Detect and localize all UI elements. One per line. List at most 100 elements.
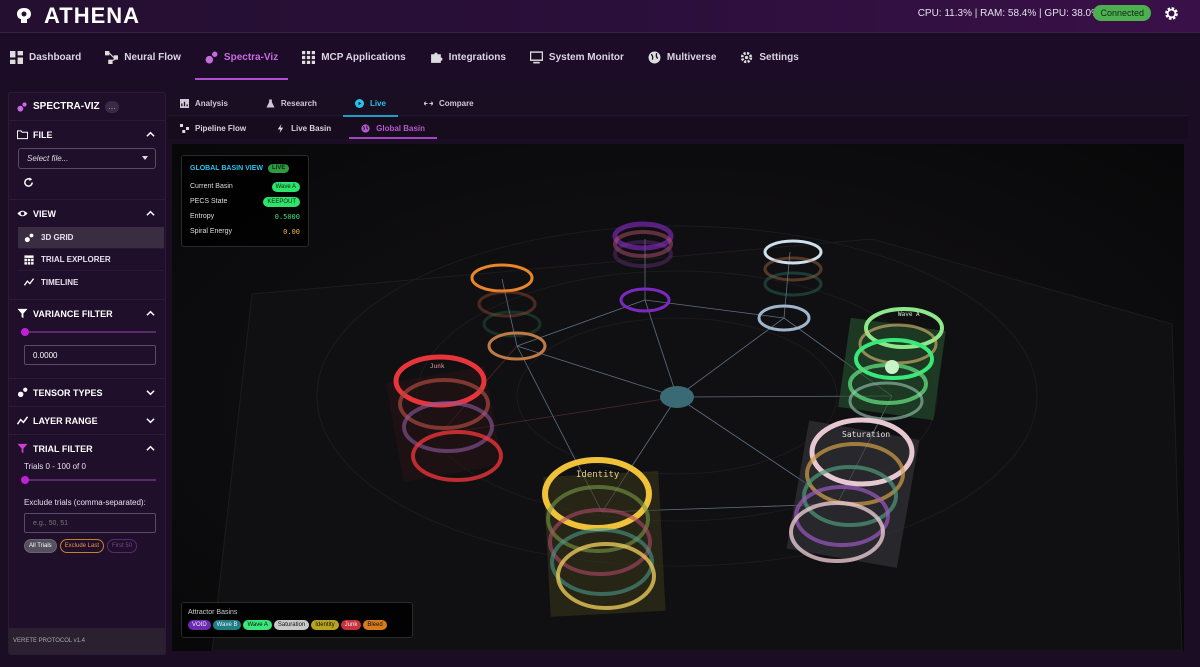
variance-section-header[interactable]: VARIANCE FILTER: [9, 300, 165, 327]
legend-chip-wave-b[interactable]: Wave B: [212, 620, 242, 630]
flask-icon: [266, 99, 275, 108]
variance-slider[interactable]: [21, 328, 156, 336]
nav-settings[interactable]: Settings: [730, 34, 808, 80]
tab-label: Live Basin: [291, 123, 332, 133]
legend-chip-identity[interactable]: Identity: [311, 620, 339, 630]
view-section-title: VIEW: [33, 208, 57, 219]
exclude-trials-input[interactable]: e.g., 50, 51: [24, 513, 156, 533]
trial-slider-thumb[interactable]: [21, 476, 29, 484]
pecs-state-badge: KEEPOUT: [263, 196, 300, 207]
sidebar-menu-badge[interactable]: ...: [104, 100, 120, 113]
table-icon: [24, 254, 34, 265]
legend-chip-bleed[interactable]: Bleed: [363, 620, 387, 630]
legend-chip-wave-a[interactable]: Wave A: [243, 620, 272, 630]
tensor-types-header[interactable]: TENSOR TYPES: [9, 379, 165, 406]
current-basin-label: Current Basin: [190, 183, 233, 190]
chevron-down-icon: [146, 418, 155, 424]
trend-line-icon: [17, 416, 28, 425]
eye-icon: [17, 210, 28, 217]
chevron-up-icon: [146, 310, 155, 316]
nav-multiverse[interactable]: Multiverse: [638, 34, 726, 80]
variance-value-input[interactable]: 0.0000: [24, 345, 156, 365]
chevron-up-icon: [146, 210, 155, 216]
nav-label: Multiverse: [666, 51, 717, 63]
view-timeline[interactable]: TIMELINE: [18, 271, 164, 293]
tensor-types-section: TENSOR TYPES: [9, 379, 165, 407]
file-section-header[interactable]: FILE: [9, 121, 165, 148]
tab-research[interactable]: Research: [254, 92, 329, 116]
nav-neural-flow[interactable]: Neural Flow: [95, 34, 191, 80]
view-trial-explorer[interactable]: TRIAL EXPLORER: [18, 249, 164, 271]
tab-label: Analysis: [195, 99, 228, 108]
layer-range-header[interactable]: LAYER RANGE: [9, 407, 165, 434]
chevron-up-icon: [146, 131, 155, 137]
view-section: VIEW 3D GRID TRIAL EXPLORER TIMELINE: [9, 200, 165, 300]
primary-tabs: Analysis Research Live Compare: [168, 92, 1188, 117]
tab-live-basin[interactable]: Live Basin: [264, 117, 343, 139]
chevron-down-icon: [146, 390, 155, 396]
pecs-state-label: PECS State: [190, 198, 228, 205]
tab-global-basin[interactable]: Global Basin: [349, 117, 437, 139]
app-title: ATHENA: [44, 3, 141, 28]
exclude-last-button[interactable]: Exclude Last: [59, 539, 105, 553]
nav-label: MCP Applications: [321, 51, 406, 63]
variance-slider-thumb[interactable]: [21, 328, 29, 336]
bubbles-icon: [24, 233, 34, 242]
secondary-tabs: Pipeline Flow Live Basin Global Basin: [168, 117, 1188, 139]
attractor-basins-legend: Attractor Basins VOID Wave B Wave A Saturat…: [181, 602, 413, 638]
network-icon: [180, 123, 189, 133]
nav-dashboard[interactable]: Dashboard: [0, 34, 91, 80]
brain-icon: [17, 8, 31, 23]
tab-pipeline-flow[interactable]: Pipeline Flow: [168, 117, 258, 139]
settings-gear-icon[interactable]: [1163, 5, 1180, 22]
nav-system-monitor[interactable]: System Monitor: [520, 34, 634, 80]
variance-value: 0.0000: [33, 350, 58, 360]
tab-live[interactable]: Live: [342, 92, 398, 117]
globe-icon: [648, 51, 661, 63]
brand: ATHENA: [14, 3, 140, 29]
info-panel-title-row: GLOBAL BASIN VIEW LIVE: [190, 164, 300, 173]
tensor-types-title: TENSOR TYPES: [33, 387, 103, 398]
identity-basin[interactable]: [542, 457, 666, 617]
legend-title: Attractor Basins: [188, 609, 238, 616]
basin-3d-viewport[interactable]: Identity Saturation Junk Wave A: [172, 144, 1184, 651]
trial-range-label: Trials 0 - 100 of 0: [24, 462, 86, 471]
trial-filter-header[interactable]: TRIAL FILTER: [9, 435, 165, 462]
entropy-label: Entropy: [190, 213, 215, 220]
refresh-icon[interactable]: [23, 177, 34, 188]
file-section-title: FILE: [33, 129, 53, 140]
nav-spectra-viz[interactable]: Spectra-Viz: [194, 34, 289, 80]
legend-chip-void[interactable]: VOID: [188, 620, 211, 630]
saturation-basin[interactable]: [786, 417, 920, 568]
folder-icon: [17, 130, 28, 140]
layer-range-section: LAYER RANGE: [9, 407, 165, 435]
main-nav: Dashboard Neural Flow Spectra-Viz MCP Ap…: [0, 34, 1200, 80]
first-50-button[interactable]: First 50: [107, 539, 138, 553]
view-3d-grid[interactable]: 3D GRID: [18, 227, 164, 249]
sidebar-title: SPECTRA-VIZ: [33, 101, 100, 112]
wave-a-label: Wave A: [898, 311, 920, 318]
spiral-energy-label: Spiral Energy: [190, 228, 233, 235]
nav-label: Spectra-Viz: [223, 51, 279, 63]
nav-label: Dashboard: [29, 51, 82, 63]
trial-filter-title: TRIAL FILTER: [33, 443, 93, 454]
tab-analysis[interactable]: Analysis: [168, 92, 240, 116]
nav-mcp-applications[interactable]: MCP Applications: [292, 34, 415, 80]
view-item-label: TIMELINE: [41, 277, 79, 287]
trial-slider[interactable]: [21, 476, 156, 484]
dashboard-icon: [10, 50, 23, 64]
sidebar-header: SPECTRA-VIZ ...: [9, 93, 165, 121]
nav-integrations[interactable]: Integrations: [420, 34, 516, 80]
tab-compare[interactable]: Compare: [412, 92, 486, 116]
bubbles-icon: [17, 101, 27, 112]
filter-icon: [17, 443, 28, 454]
file-section: FILE Select file...: [9, 121, 165, 200]
legend-chip-junk[interactable]: Junk: [340, 620, 362, 630]
all-trials-button[interactable]: All Trials: [24, 539, 57, 553]
view-section-header[interactable]: VIEW: [9, 200, 165, 227]
global-basin-info-panel: GLOBAL BASIN VIEW LIVE Current Basin Wav…: [181, 155, 309, 247]
file-select[interactable]: Select file...: [18, 148, 156, 169]
pecs-state-row: PECS State KEEPOUT: [190, 194, 300, 209]
network-icon: [105, 50, 119, 64]
legend-chip-saturation[interactable]: Saturation: [273, 620, 310, 630]
